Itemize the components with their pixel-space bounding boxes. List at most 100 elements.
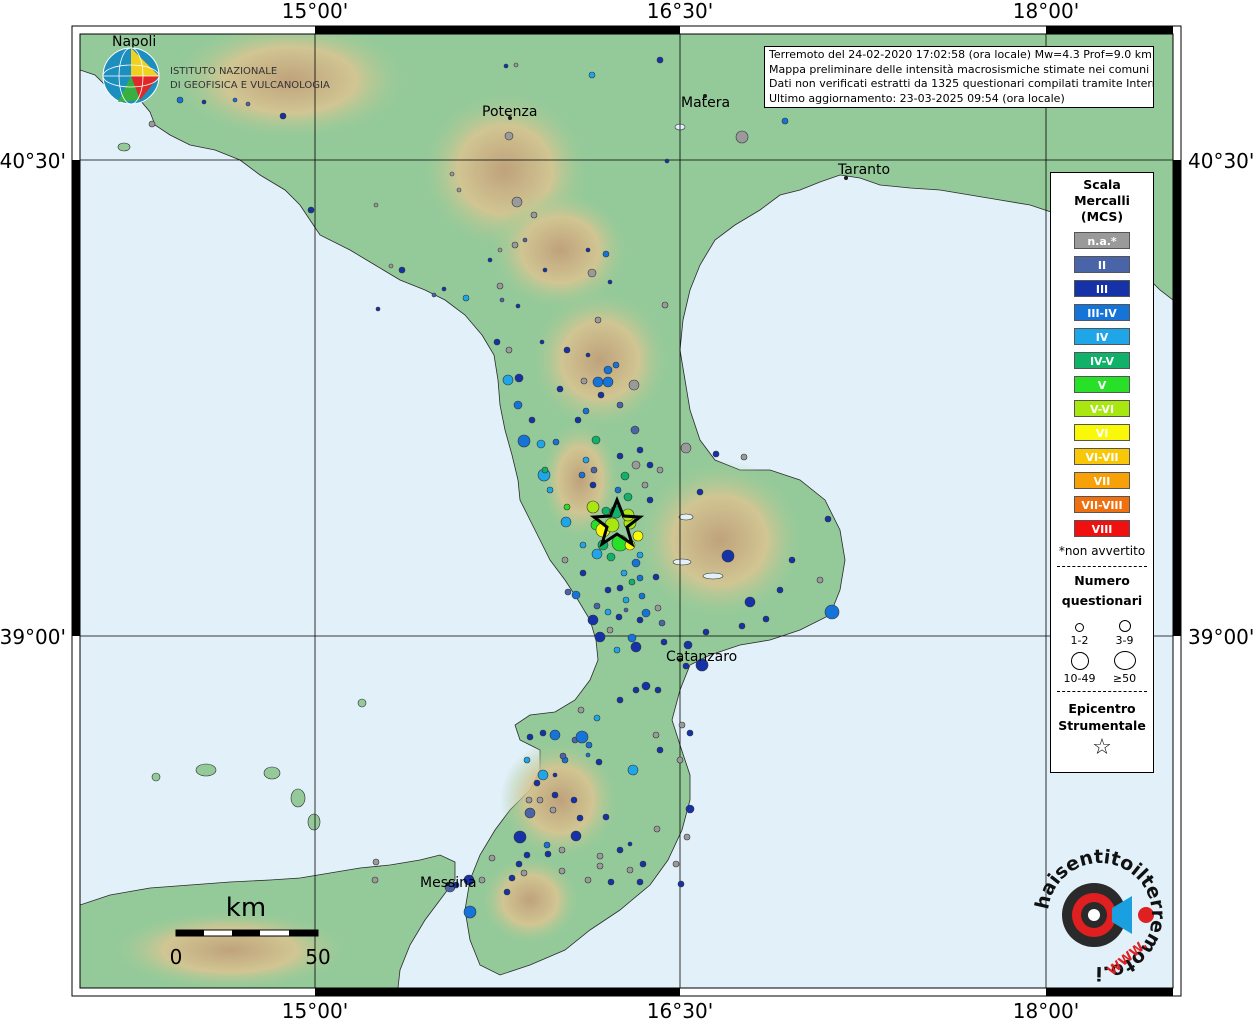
intensity-point xyxy=(539,339,545,345)
intensity-point xyxy=(658,619,666,627)
info-line-1: Terremoto del 24-02-2020 17:02:58 (ora l… xyxy=(769,48,1152,61)
ingv-name-line2: DI GEOFISICA E VULCANOLOGIA xyxy=(170,80,330,91)
intensity-point xyxy=(546,486,554,494)
island xyxy=(151,772,161,782)
intensity-point xyxy=(488,854,496,862)
intensity-point xyxy=(499,297,505,303)
intensity-point xyxy=(536,796,544,804)
intensity-point xyxy=(586,500,600,514)
legend-class-chip: V xyxy=(1074,376,1130,393)
intensity-point xyxy=(762,615,770,623)
intensity-point xyxy=(541,466,549,474)
intensity-point xyxy=(503,888,511,896)
count-label: 10-49 xyxy=(1063,672,1096,685)
intensity-point xyxy=(559,752,567,760)
intensity-point xyxy=(561,556,569,564)
intensity-point xyxy=(607,878,615,886)
intensity-point xyxy=(580,377,588,385)
intensity-point xyxy=(606,552,616,562)
intensity-point xyxy=(594,631,606,643)
intensity-point xyxy=(375,306,381,312)
lat-label-left-1: 40°30' xyxy=(0,149,66,173)
intensity-point xyxy=(696,488,704,496)
intensity-point xyxy=(517,434,531,448)
intensity-point xyxy=(661,301,669,309)
info-line-2: Mappa preliminare delle intensità macros… xyxy=(769,62,1150,76)
intensity-point xyxy=(496,282,504,290)
epicenter-title: Epicentro Strumentale xyxy=(1058,701,1146,733)
intensity-point xyxy=(735,130,749,144)
intensity-point xyxy=(672,860,680,868)
intensity-point xyxy=(279,112,287,120)
intensity-point xyxy=(570,796,578,804)
intensity-point xyxy=(632,530,644,542)
intensity-point xyxy=(620,569,628,577)
intensity-point xyxy=(502,374,514,386)
intensity-point xyxy=(612,361,620,369)
legend-class-chip: IV-V xyxy=(1074,352,1130,369)
intensity-point xyxy=(543,841,551,849)
intensity-point xyxy=(585,247,591,253)
intensity-point xyxy=(511,196,523,208)
intensity-point xyxy=(522,237,528,243)
legend-class-chip: III xyxy=(1074,280,1130,297)
intensity-point xyxy=(456,187,462,193)
intensity-point xyxy=(740,453,748,461)
lat-label-right-2: 39°00' xyxy=(1188,625,1254,649)
intensity-point xyxy=(627,841,633,847)
intensity-point xyxy=(622,596,630,604)
intensity-point xyxy=(574,416,582,424)
intensity-point xyxy=(613,646,621,654)
intensity-point xyxy=(493,338,501,346)
intensity-point xyxy=(528,416,536,424)
intensity-point xyxy=(388,263,394,269)
intensity-point xyxy=(636,878,644,886)
legend-class-chip: VIII xyxy=(1074,520,1130,537)
intensity-point xyxy=(677,880,685,888)
intensity-point xyxy=(620,471,630,481)
intensity-point xyxy=(593,602,601,610)
intensity-point xyxy=(514,373,524,383)
intensity-point xyxy=(606,626,614,634)
intensity-point xyxy=(431,292,437,298)
intensity-point xyxy=(530,211,538,219)
intensity-point xyxy=(641,681,651,691)
intensity-point xyxy=(824,515,832,523)
intensity-point xyxy=(588,71,596,79)
intensity-point xyxy=(575,730,589,744)
intensity-point xyxy=(616,846,624,854)
intensity-point xyxy=(591,435,601,445)
count-label: ≥50 xyxy=(1112,672,1137,685)
intensity-point xyxy=(511,241,519,249)
intensity-point xyxy=(549,729,561,741)
intensity-point xyxy=(594,316,602,324)
intensity-point xyxy=(544,850,552,858)
intensity-point xyxy=(589,481,597,489)
intensity-point xyxy=(641,481,649,489)
intensity-point xyxy=(148,120,156,128)
intensity-point xyxy=(462,294,470,302)
intensity-point xyxy=(738,622,746,630)
intensity-point xyxy=(602,813,610,821)
intensity-point xyxy=(607,279,613,285)
intensity-point xyxy=(616,452,624,460)
intensity-point xyxy=(683,640,693,650)
intensity-point xyxy=(788,556,796,564)
intensity-point xyxy=(558,846,566,854)
star-icon: ☆ xyxy=(1092,735,1112,760)
intensity-point xyxy=(515,303,521,309)
intensity-point xyxy=(616,401,624,409)
count-title: Numero questionari xyxy=(1061,573,1143,608)
island xyxy=(357,698,367,708)
intensity-point xyxy=(646,496,654,504)
legend-class-chip: VII-VIII xyxy=(1074,496,1130,513)
intensity-point xyxy=(579,541,587,549)
intensity-point xyxy=(592,376,604,388)
info-box: Terremoto del 24-02-2020 17:02:58 (ora l… xyxy=(764,46,1154,108)
intensity-point xyxy=(721,549,735,563)
legend-classes: n.a.* II III III-IV IV IV-V V V-VI VI VI-VII VII VI… xyxy=(1051,232,1153,537)
lake xyxy=(702,572,724,580)
intensity-point xyxy=(523,756,531,764)
legend-class-chip: III-IV xyxy=(1074,304,1130,321)
count-sizes: 1-2 3-9 10-49 ≥50 xyxy=(1051,611,1153,691)
